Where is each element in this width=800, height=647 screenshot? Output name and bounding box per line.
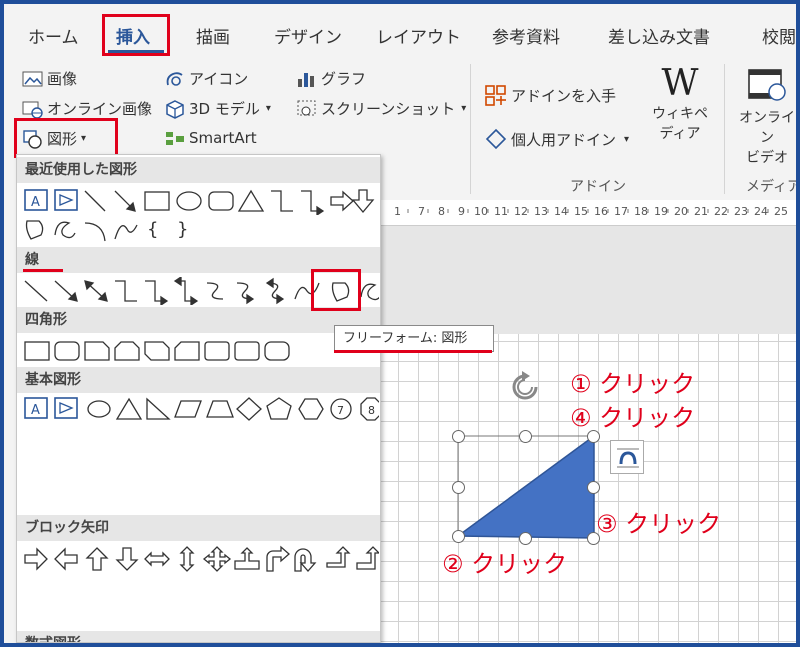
svg-text:A: A [31,195,40,210]
block-arrows-grid[interactable] [23,545,379,573]
word-window: ホーム 挿入 描画 デザイン レイアウト 参考資料 差し込み文書 校閲 画像 オ… [4,4,796,643]
svg-text:8: 8 [368,404,375,417]
resize-handle[interactable] [452,430,465,443]
svg-text:A: A [31,403,40,418]
recent-shapes-row[interactable]: A [23,187,379,215]
section-recent: 最近使用した図形 [17,157,380,183]
freeform-triangle[interactable] [455,434,595,539]
section-block-arrows: ブロック矢印 [17,515,380,541]
highlight-freeform-shape [311,269,361,311]
resize-handle[interactable] [452,530,465,543]
resize-handle[interactable] [519,430,532,443]
tooltip-underline [334,350,492,353]
rotate-handle-icon[interactable] [508,370,542,404]
layout-options-button[interactable] [610,440,644,474]
shapes-gallery: 最近使用した図形 A {} 線 四角形 基本図形 A 7 8 ブロック矢印 [16,154,381,643]
recent-shapes-row-2[interactable]: { } [23,215,223,243]
resize-handle[interactable] [587,481,600,494]
svg-text:7: 7 [337,404,344,417]
annotation-step-4: ④ クリック [570,404,696,432]
basic-shapes-grid[interactable]: A 7 8 10 12 [23,395,379,423]
freeform-tooltip: フリーフォーム: 図形 [334,325,494,352]
layout-options-icon [617,448,639,468]
annotation-step-3: ③ クリック [596,510,722,538]
rectangle-shapes-row[interactable] [23,337,323,365]
annotation-step-2: ② クリック [442,550,568,578]
svg-text:}: } [177,219,188,240]
annotation-step-1: ① クリック [570,370,696,398]
lines-underline [23,269,63,272]
svg-text:{: { [147,219,158,240]
section-equation-shapes: 数式図形 [17,631,380,642]
resize-handle[interactable] [452,481,465,494]
section-basic-shapes: 基本図形 [17,367,380,393]
